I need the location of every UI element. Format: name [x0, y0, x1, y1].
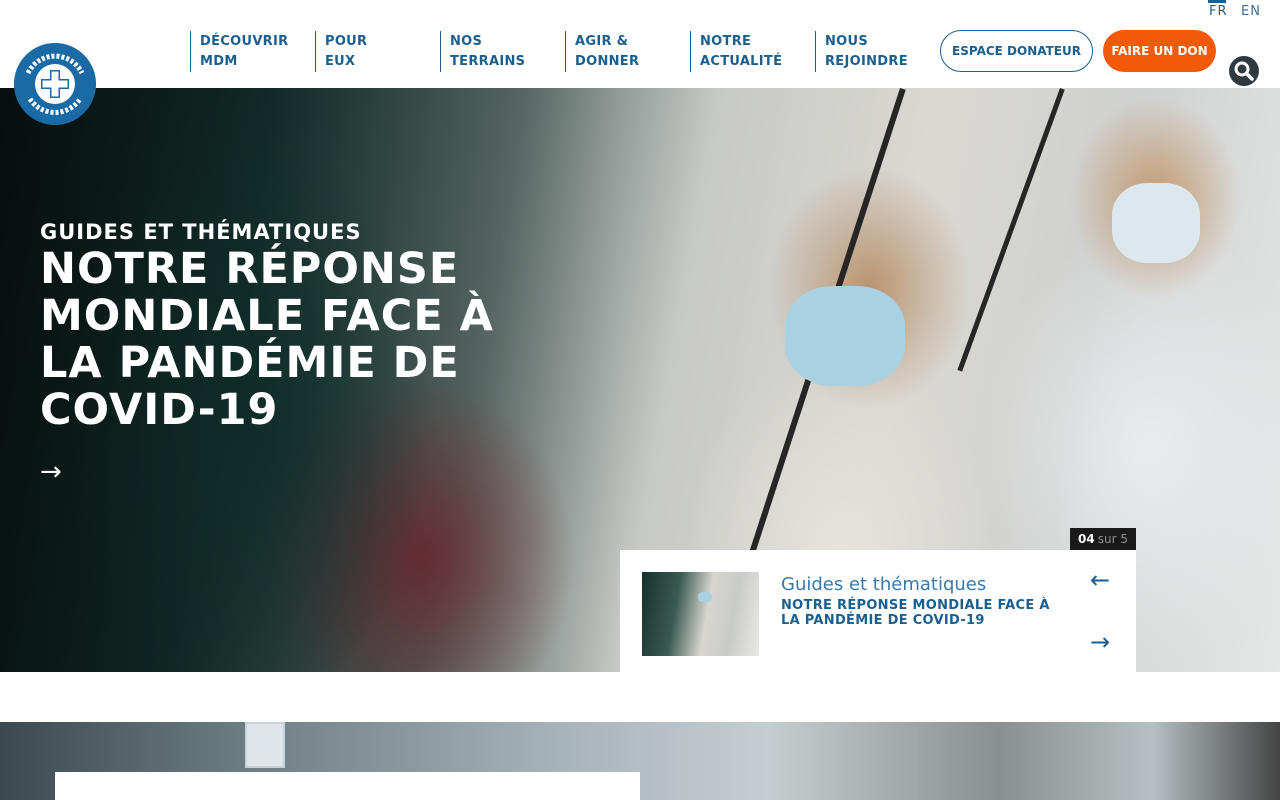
nav-label-line1: NOTRE — [700, 34, 752, 49]
nav-agir-donner[interactable]: AGIR & DONNER — [565, 31, 680, 72]
slide-counter: 04 sur 5 — [1070, 528, 1136, 550]
nav-label-line1: AGIR & — [575, 34, 629, 49]
slide-card[interactable]: Guides et thématiques NOTRE RÉPONSE MOND… — [620, 550, 1136, 672]
espace-donateur-button[interactable]: ESPACE DONATEUR — [940, 30, 1093, 72]
arrow-left-icon[interactable]: ← — [1090, 568, 1110, 592]
nav-nos-terrains[interactable]: NOS TERRAINS — [440, 31, 555, 72]
medecins-du-monde-logo-icon — [14, 43, 96, 125]
hero-title[interactable]: NOTRE RÉPONSE MONDIALE FACE À LA PANDÉMI… — [40, 246, 560, 434]
search-button[interactable] — [1229, 56, 1259, 86]
faire-un-don-button[interactable]: FAIRE UN DON — [1103, 30, 1216, 72]
nav-label-line2: REJOINDRE — [825, 54, 908, 69]
nav-decouvrir-mdm[interactable]: DÉCOUVRIR MDM — [190, 31, 305, 72]
nav-pour-eux[interactable]: POUR EUX — [315, 31, 430, 72]
next-section-banner — [0, 722, 1280, 800]
slide-counter-total: sur 5 — [1097, 532, 1128, 546]
tent-pole — [957, 88, 1065, 372]
hero-kicker: GUIDES ET THÉMATIQUES — [40, 220, 362, 244]
flag-image — [245, 722, 285, 768]
nav-label-line1: DÉCOUVRIR — [200, 34, 289, 49]
slide-title[interactable]: NOTRE RÉPONSE MONDIALE FACE À LA PANDÉMI… — [781, 598, 1051, 628]
lang-en-link[interactable]: EN — [1241, 4, 1261, 19]
face-mask-woman — [785, 286, 905, 386]
search-icon — [1234, 61, 1254, 81]
site-header: FR EN DÉCOUVRIR MDM POUR EUX NOS TERRAIN… — [0, 0, 1280, 88]
medecins-du-monde-logo[interactable] — [14, 43, 96, 125]
nav-label-line2: MDM — [200, 54, 238, 69]
nav-label-line2: ACTUALITÉ — [700, 54, 783, 69]
nav-label-line2: TERRAINS — [450, 54, 526, 69]
nav-label-line2: EUX — [325, 54, 356, 69]
nav-label-line1: NOUS — [825, 34, 869, 49]
lang-fr-link[interactable]: FR — [1208, 0, 1228, 19]
next-section-card — [55, 772, 640, 800]
slide-thumbnail[interactable] — [642, 572, 759, 656]
arrow-right-icon[interactable]: → — [1090, 630, 1110, 654]
slide-category: Guides et thématiques — [781, 574, 987, 595]
arrow-right-icon[interactable]: → — [40, 459, 62, 485]
nav-notre-actualite[interactable]: NOTRE ACTUALITÉ — [690, 31, 805, 72]
nav-label-line1: POUR — [325, 34, 368, 49]
face-mask-man — [1112, 183, 1200, 263]
nav-nous-rejoindre[interactable]: NOUS REJOINDRE — [815, 31, 930, 72]
slide-counter-current: 04 — [1078, 532, 1095, 546]
nav-label-line2: DONNER — [575, 54, 640, 69]
nav-label-line1: NOS — [450, 34, 483, 49]
